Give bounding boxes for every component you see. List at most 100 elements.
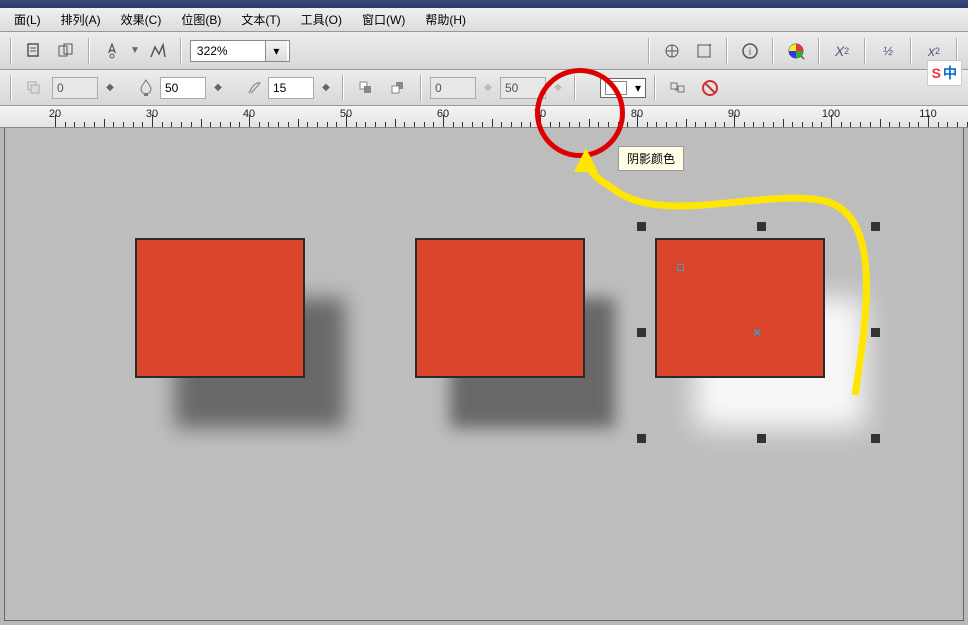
shadow-stretch-input xyxy=(501,78,545,98)
spinner-icon[interactable]: ◆ xyxy=(102,77,118,99)
ruler-tick xyxy=(559,122,560,127)
color-wheel-icon[interactable] xyxy=(782,37,810,65)
info-icon[interactable]: i xyxy=(736,37,764,65)
menu-bitmap[interactable]: 位图(B) xyxy=(171,9,231,30)
rectangle-2[interactable] xyxy=(415,238,585,378)
ruler-tick xyxy=(201,119,202,127)
ruler-tick xyxy=(482,122,483,127)
ruler-tick xyxy=(724,122,725,127)
ruler-tick xyxy=(133,122,134,127)
ruler-tick xyxy=(162,122,163,127)
ruler-tick xyxy=(957,122,958,127)
options-icon[interactable] xyxy=(690,37,718,65)
ruler-tick xyxy=(618,122,619,127)
direction2-icon[interactable] xyxy=(384,74,412,102)
ruler-tick xyxy=(453,122,454,127)
menu-window[interactable]: 窗口(W) xyxy=(352,9,415,30)
rectangle-3[interactable] xyxy=(655,238,825,378)
toolbar-main: ▼ ▾ i X2 ½ x2 xyxy=(0,32,968,70)
ruler-tick xyxy=(365,122,366,127)
ime-indicator[interactable]: S 中 xyxy=(927,60,962,86)
separator xyxy=(864,38,866,64)
separator xyxy=(10,38,12,64)
ruler-tick xyxy=(812,122,813,127)
ruler-tick xyxy=(230,122,231,127)
selection-handle[interactable] xyxy=(637,328,646,337)
export-icon[interactable] xyxy=(52,37,80,65)
ruler-tick xyxy=(278,122,279,127)
ruler-tick xyxy=(171,122,172,127)
clear-shadow-icon[interactable] xyxy=(696,74,724,102)
ruler-tick xyxy=(783,119,784,127)
ruler-tick xyxy=(65,122,66,127)
shadow-opacity-input[interactable] xyxy=(161,78,205,98)
separator xyxy=(726,38,728,64)
menu-face[interactable]: 面(L) xyxy=(4,9,51,30)
opacity-icon[interactable] xyxy=(136,74,156,102)
shadow-x-input xyxy=(53,78,97,98)
shadow-color-swatch[interactable]: ▾ xyxy=(600,78,646,98)
ruler-tick xyxy=(734,115,735,127)
ruler-tick xyxy=(947,122,948,127)
subscript-icon[interactable]: X2 xyxy=(828,37,856,65)
zoom-dropdown-icon[interactable]: ▾ xyxy=(265,41,287,61)
fraction-icon[interactable]: ½ xyxy=(874,37,902,65)
ruler-tick xyxy=(123,122,124,127)
zoom-input[interactable] xyxy=(191,41,265,61)
ruler-tick xyxy=(336,122,337,127)
snap-icon[interactable] xyxy=(658,37,686,65)
menu-help[interactable]: 帮助(H) xyxy=(415,9,476,30)
ruler-tick xyxy=(55,115,56,127)
launcher-icon[interactable] xyxy=(98,37,126,65)
ruler-tick xyxy=(181,122,182,127)
shadow-origin-icon[interactable] xyxy=(677,264,684,271)
shadow-feather-field[interactable] xyxy=(268,77,314,99)
shadow-opacity-field[interactable] xyxy=(160,77,206,99)
ruler-tick xyxy=(74,122,75,127)
ruler-tick xyxy=(938,122,939,127)
ruler-tick xyxy=(375,122,376,127)
direction-icon[interactable] xyxy=(352,74,380,102)
spinner-icon[interactable]: ◆ xyxy=(318,77,334,99)
shadow-feather-input[interactable] xyxy=(269,78,313,98)
canvas[interactable]: × xyxy=(4,128,964,621)
ruler-tick xyxy=(705,122,706,127)
selection-handle[interactable] xyxy=(757,434,766,443)
selection-handle[interactable] xyxy=(637,434,646,443)
ruler-tick xyxy=(753,122,754,127)
zoom-combo[interactable]: ▾ xyxy=(190,40,290,62)
ruler-tick xyxy=(84,122,85,127)
preset-icon[interactable] xyxy=(20,74,48,102)
separator xyxy=(648,38,650,64)
ruler-tick xyxy=(899,122,900,127)
menu-text[interactable]: 文本(T) xyxy=(231,9,290,30)
menu-tools[interactable]: 工具(O) xyxy=(291,9,352,30)
import-icon[interactable] xyxy=(20,37,48,65)
feather-icon[interactable] xyxy=(244,74,264,102)
ruler-tick xyxy=(763,122,764,127)
ruler-tick xyxy=(928,115,929,127)
selection-handle[interactable] xyxy=(757,222,766,231)
welcome-icon[interactable] xyxy=(144,37,172,65)
ruler-tick xyxy=(880,119,881,127)
ruler-tick xyxy=(220,122,221,127)
menu-effects[interactable]: 效果(C) xyxy=(111,9,172,30)
dropdown-arrow-icon[interactable]: ▾ xyxy=(631,81,645,95)
selection-handle[interactable] xyxy=(871,328,880,337)
sogou-icon: S xyxy=(932,65,941,81)
spinner-icon[interactable]: ◆ xyxy=(210,77,226,99)
selection-handle[interactable] xyxy=(871,434,880,443)
ruler-tick xyxy=(802,122,803,127)
ruler-tick xyxy=(511,122,512,127)
separator xyxy=(342,75,344,101)
ruler-tick xyxy=(472,122,473,127)
ruler-tick xyxy=(579,122,580,127)
shadow-x-field xyxy=(52,77,98,99)
selection-handle[interactable] xyxy=(871,222,880,231)
menu-arrange[interactable]: 排列(A) xyxy=(51,9,111,30)
rectangle-1[interactable] xyxy=(135,238,305,378)
selection-handle[interactable] xyxy=(637,222,646,231)
dropdown-arrow-icon[interactable]: ▼ xyxy=(130,45,140,56)
ruler-tick xyxy=(773,122,774,127)
copy-shadow-icon[interactable] xyxy=(664,74,692,102)
